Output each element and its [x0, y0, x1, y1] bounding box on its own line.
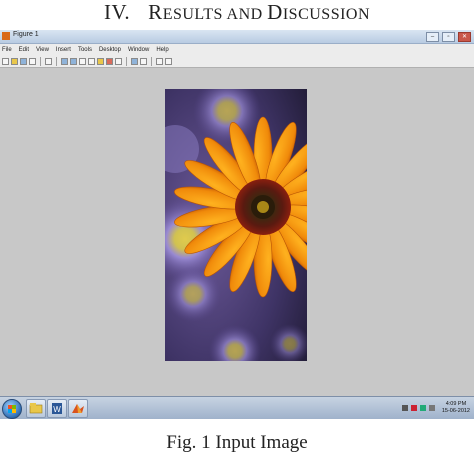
menu-window[interactable]: Window — [128, 47, 149, 53]
explorer-icon[interactable] — [26, 399, 46, 418]
edit-plot-icon[interactable] — [45, 57, 52, 65]
data-cursor-icon[interactable] — [97, 57, 104, 65]
zoom-in-icon[interactable] — [61, 57, 68, 65]
input-image — [165, 89, 307, 361]
arrow-icon[interactable] — [401, 405, 408, 411]
menu-view[interactable]: View — [36, 47, 49, 53]
menu-help[interactable]: Help — [156, 47, 168, 53]
maximize-button[interactable]: ▫ — [442, 32, 455, 42]
toolbar-separator — [151, 56, 152, 66]
link-icon[interactable] — [115, 57, 122, 65]
taskbar: W 4:09 PM 15-06-2012 — [0, 396, 474, 419]
new-file-icon[interactable] — [2, 57, 9, 65]
brush-icon[interactable] — [106, 57, 113, 65]
figure-window: Figure 1 – ▫ ✕ File Edit View Insert Too… — [0, 30, 474, 419]
clock-time: 4:09 PM — [445, 401, 467, 407]
section-numeral: IV. — [103, 0, 131, 24]
figure-toolbar — [0, 55, 474, 68]
volume-icon[interactable] — [428, 405, 435, 411]
word-icon[interactable]: W — [47, 399, 67, 418]
network-icon[interactable] — [410, 405, 417, 411]
minimize-button[interactable]: – — [426, 32, 439, 42]
hide-plot-tools-icon[interactable] — [156, 57, 163, 65]
matlab-icon[interactable] — [68, 399, 88, 418]
menu-bar: File Edit View Insert Tools Desktop Wind… — [0, 44, 474, 55]
legend-icon[interactable] — [140, 57, 147, 65]
windows-icon — [8, 405, 16, 413]
figure-caption: Fig. 1 Input Image — [166, 432, 308, 453]
save-icon[interactable] — [20, 57, 27, 65]
menu-tools[interactable]: Tools — [78, 47, 92, 53]
menu-insert[interactable]: Insert — [56, 47, 71, 53]
toolbar-separator — [126, 56, 127, 66]
toolbar-separator — [56, 56, 57, 66]
clock[interactable]: 4:09 PM 15-06-2012 — [442, 401, 470, 415]
show-plot-tools-icon[interactable] — [165, 57, 172, 65]
section-heading: IV. RESULTS AND DISCUSSION — [0, 0, 474, 26]
flower-photo — [165, 89, 307, 361]
print-icon[interactable] — [29, 57, 36, 65]
heading-part: ISCUSSION — [282, 6, 371, 23]
window-title: Figure 1 — [13, 31, 39, 38]
flag-icon[interactable] — [419, 405, 426, 411]
menu-edit[interactable]: Edit — [19, 47, 29, 53]
zoom-out-icon[interactable] — [70, 57, 77, 65]
heading-part: D — [267, 0, 283, 24]
svg-text:W: W — [53, 405, 61, 414]
system-tray: 4:09 PM 15-06-2012 — [401, 400, 470, 416]
colorbar-icon[interactable] — [131, 57, 138, 65]
heading-part: ESULTS AND — [162, 6, 268, 23]
matlab-app-icon — [2, 32, 10, 40]
menu-desktop[interactable]: Desktop — [99, 47, 121, 53]
open-folder-icon[interactable] — [11, 57, 18, 65]
rotate-icon[interactable] — [88, 57, 95, 65]
start-button[interactable] — [2, 399, 22, 419]
toolbar-separator — [40, 56, 41, 66]
clock-date: 15-06-2012 — [441, 408, 470, 414]
window-controls: – ▫ ✕ — [426, 32, 471, 42]
close-button[interactable]: ✕ — [458, 32, 471, 42]
title-bar[interactable]: Figure 1 – ▫ ✕ — [0, 30, 474, 44]
menu-file[interactable]: File — [2, 47, 12, 53]
heading-part: R — [148, 0, 163, 24]
pan-icon[interactable] — [79, 57, 86, 65]
